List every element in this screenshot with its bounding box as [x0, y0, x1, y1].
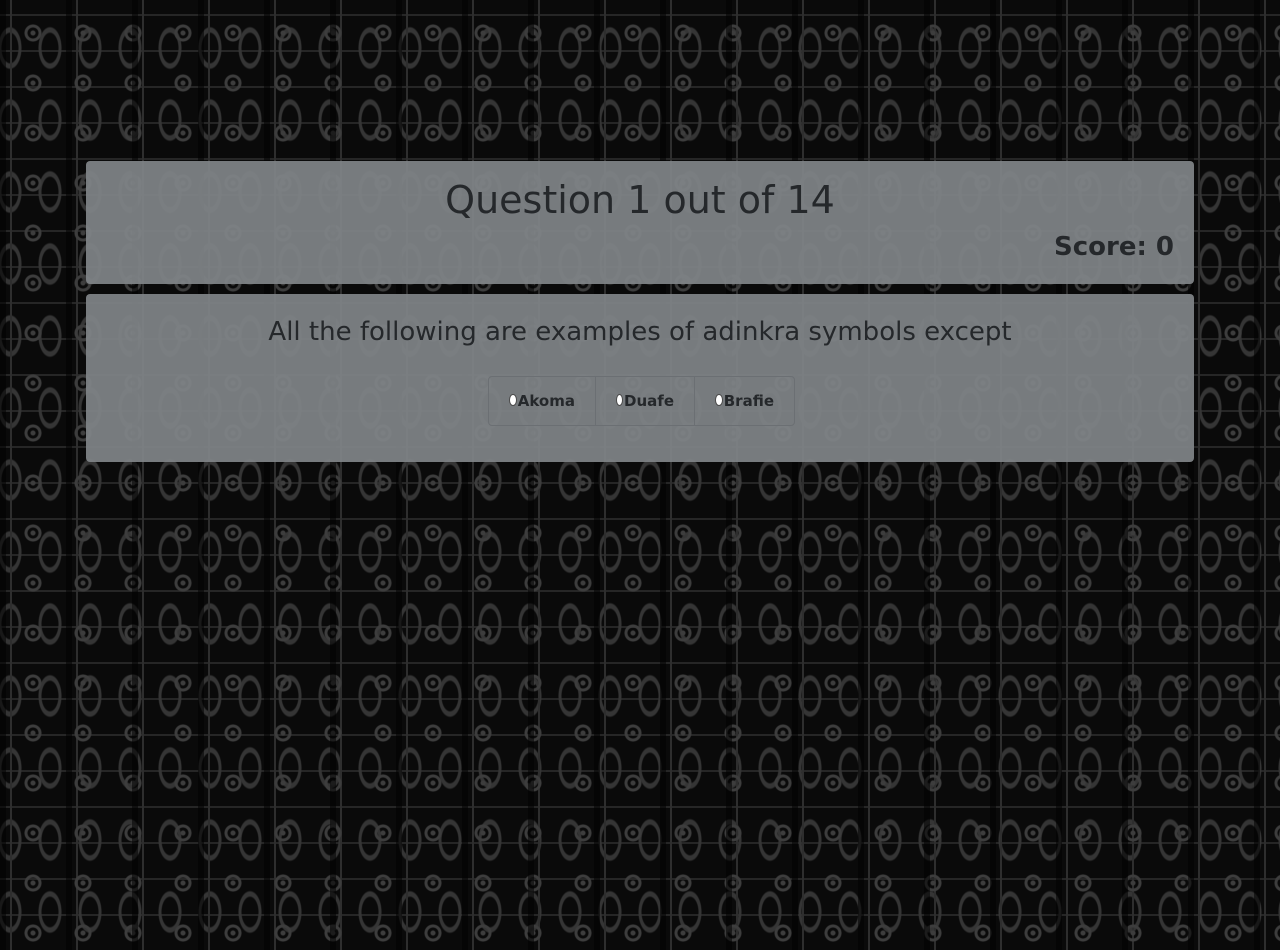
option-akoma[interactable]: Akoma — [489, 377, 596, 425]
radio-button-icon[interactable] — [509, 394, 517, 406]
radio-button-icon[interactable] — [616, 394, 624, 406]
option-label: Brafie — [723, 392, 774, 410]
answer-options-group: Akoma Duafe Brafie — [488, 376, 795, 426]
option-label: Akoma — [517, 392, 575, 410]
option-brafie[interactable]: Brafie — [695, 377, 794, 425]
radio-button-icon[interactable] — [715, 394, 723, 406]
background-overlay — [0, 0, 1280, 950]
score-display: Score: 0 — [1054, 232, 1174, 262]
question-counter: Question 1 out of 14 — [445, 178, 835, 222]
option-duafe[interactable]: Duafe — [596, 377, 695, 425]
option-label: Duafe — [624, 392, 674, 410]
question-text: All the following are examples of adinkr… — [268, 317, 1012, 347]
